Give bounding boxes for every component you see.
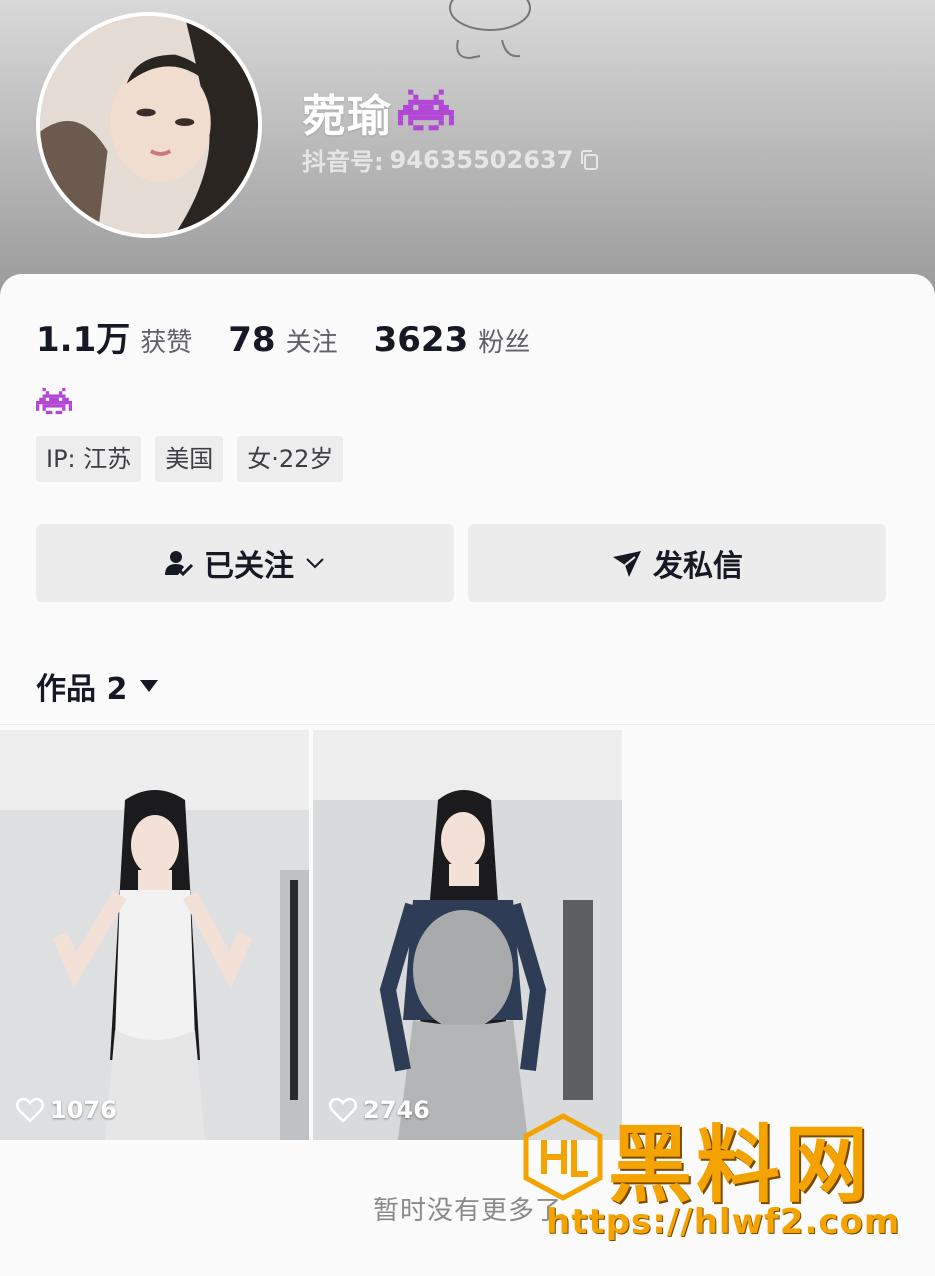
watermark-url: https://hlwf2.com [546, 1202, 901, 1242]
stat-followers[interactable]: 3623 粉丝 [374, 320, 531, 360]
watermark: 黑料网 https://hlwf2.com [520, 1112, 920, 1252]
stats-row: 1.1万 获赞 78 关注 3623 粉丝 [36, 312, 566, 361]
douyin-id: 94635502637 [389, 145, 574, 174]
triangle-down-icon [140, 680, 159, 692]
watermark-title: 黑料网 [608, 1116, 873, 1214]
stat-followers-label: 粉丝 [478, 328, 531, 358]
send-icon [613, 551, 641, 577]
send-message-button-label: 发私信 [653, 549, 743, 584]
avatar[interactable] [36, 12, 262, 238]
likes-count: 2746 [329, 1096, 430, 1124]
douyin-id-row[interactable]: 抖音号: 94635502637 [302, 142, 601, 177]
stat-following-value: 78 [228, 320, 276, 360]
heart-icon [329, 1097, 357, 1123]
profile-tags: IP: 江苏 美国 女·22岁 [36, 436, 357, 482]
send-message-button[interactable]: 发私信 [468, 524, 886, 602]
video-thumbnail[interactable]: 2746 [313, 730, 622, 1140]
nickname: 菀瑜 [302, 91, 392, 142]
likes-count-value: 2746 [363, 1096, 430, 1124]
stat-following[interactable]: 78 关注 [228, 320, 337, 360]
chevron-down-icon [306, 558, 324, 569]
divider [0, 724, 935, 725]
stat-likes[interactable]: 1.1万 获赞 [36, 312, 192, 361]
heart-icon [16, 1097, 44, 1123]
stat-following-label: 关注 [285, 328, 338, 358]
likes-count: 1076 [16, 1096, 117, 1124]
following-button-label: 已关注 [204, 549, 294, 584]
alien-emoji-icon [398, 86, 454, 138]
video-thumbnail[interactable]: 1076 [0, 730, 309, 1140]
douyin-id-label: 抖音号: [302, 148, 384, 176]
nickname-row: 菀瑜 [302, 80, 454, 144]
stat-followers-value: 3623 [373, 320, 469, 360]
user-check-icon [165, 551, 194, 577]
stat-likes-label: 获赞 [140, 328, 193, 358]
tab-works-label: 作品 2 [36, 672, 128, 707]
doodle-decoration-icon [449, 0, 531, 60]
tab-works[interactable]: 作品 2 [36, 664, 159, 708]
copy-icon[interactable] [579, 149, 601, 171]
tag-gender-age: 女·22岁 [237, 436, 344, 482]
profile-card: 1.1万 获赞 78 关注 3623 粉丝 IP: 江苏 美国 女·22岁 已关… [0, 274, 935, 1276]
bio-alien-emoji-icon [36, 386, 72, 420]
watermark-logo-icon [523, 1113, 603, 1201]
video-thumbnail-image [0, 730, 309, 1140]
tag-ip: IP: 江苏 [36, 436, 142, 482]
following-button[interactable]: 已关注 [36, 524, 454, 602]
likes-count-value: 1076 [50, 1096, 117, 1124]
video-thumbnail-image [313, 730, 622, 1140]
stat-likes-value: 1.1万 [36, 320, 131, 360]
avatar-photo [40, 16, 258, 234]
tag-school: 美国 [155, 436, 224, 482]
